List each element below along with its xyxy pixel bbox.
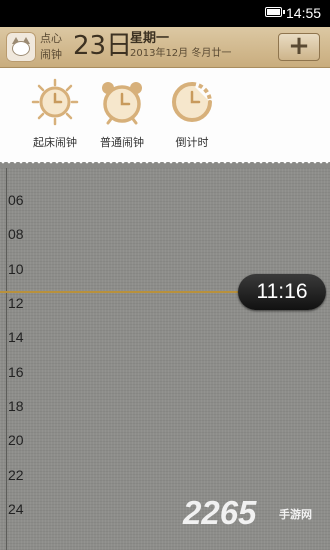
countdown-label: 倒计时: [175, 136, 209, 149]
hour-label: 10: [8, 261, 24, 277]
status-time: 14:55: [286, 5, 322, 21]
timeline[interactable]: 06 08 10 12 14 16 18 20 22 24 11:16 2265…: [0, 168, 330, 550]
wake-alarm-label: 起床闹钟: [33, 136, 77, 149]
hour-label: 06: [8, 192, 24, 208]
battery-icon: [265, 7, 285, 17]
current-time-line: [0, 291, 250, 293]
app-header: 点心闹钟 23日 星期一 2013年12月 冬月廿一 +: [0, 27, 330, 68]
hour-label: 18: [8, 398, 24, 414]
app-name: 点心闹钟: [40, 32, 62, 61]
hour-label: 20: [8, 432, 24, 448]
status-bar: 14:55: [0, 0, 330, 27]
hour-label: 12: [8, 295, 24, 311]
zigzag-divider: [0, 161, 330, 168]
alarm-clock-icon: [102, 82, 142, 125]
wake-alarm-shortcut[interactable]: 起床闹钟: [20, 78, 90, 150]
hour-label: 24: [8, 501, 24, 517]
current-time-badge[interactable]: 11:16: [238, 274, 326, 310]
timeline-ruler: [6, 168, 7, 550]
alarm-type-panel: 起床闹钟 普通闹钟 倒计时: [0, 68, 330, 162]
hour-label: 22: [8, 467, 24, 483]
hour-label: 16: [8, 364, 24, 380]
watermark: 2265 手游网: [183, 493, 328, 533]
date-day: 23日: [73, 31, 133, 61]
add-alarm-button[interactable]: +: [278, 33, 320, 61]
hour-label: 08: [8, 226, 24, 242]
normal-alarm-shortcut[interactable]: 普通闹钟: [87, 78, 157, 150]
normal-alarm-label: 普通闹钟: [100, 136, 144, 149]
date-detail: 2013年12月 冬月廿一: [130, 48, 232, 59]
countdown-icon: [172, 82, 212, 122]
weekday: 星期一: [130, 31, 170, 46]
hour-label: 14: [8, 329, 24, 345]
watermark-number: 2265: [183, 494, 257, 531]
watermark-text: 手游网: [279, 509, 312, 521]
cat-logo-icon[interactable]: [6, 32, 36, 62]
sun-clock-icon: [31, 78, 79, 126]
countdown-shortcut[interactable]: 倒计时: [157, 78, 227, 150]
